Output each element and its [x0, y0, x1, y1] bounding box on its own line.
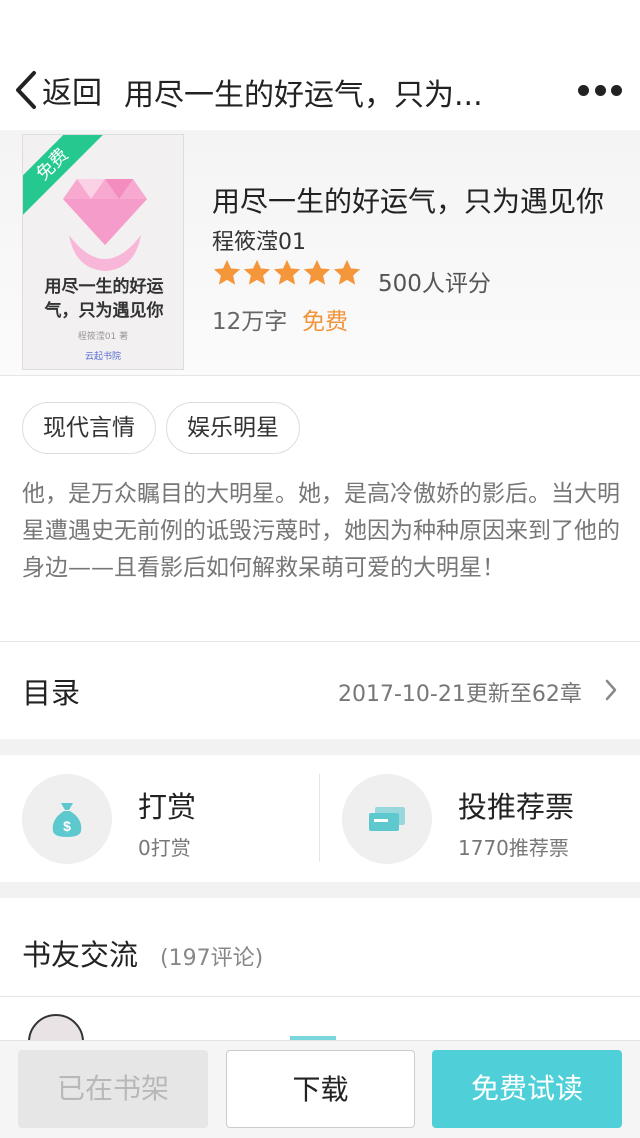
vote-icon-circle	[342, 774, 432, 864]
download-button[interactable]: 下载	[226, 1050, 415, 1128]
reward-button[interactable]: $ 打赏 0打赏	[0, 756, 320, 882]
price-label: 免费	[302, 309, 348, 335]
diamond-ring-icon	[63, 179, 147, 271]
reward-title: 打赏	[138, 790, 197, 824]
cover-author: 程筱滢01 著	[77, 332, 129, 342]
comment-count[interactable]: (197评论)	[160, 940, 263, 972]
top-nav-bar: 返回 用尽一生的好运气，只为...	[0, 0, 640, 130]
rating-stars	[212, 258, 362, 288]
community-title: 书友交流	[22, 938, 139, 972]
bottom-action-bar: 已在书架 下载 免费试读	[0, 1040, 640, 1138]
divider	[0, 996, 640, 997]
rating-count: 500人评分	[378, 271, 491, 297]
vote-count: 1770推荐票	[458, 836, 569, 860]
star-icon	[243, 259, 271, 285]
star-icon	[213, 259, 241, 285]
in-bookshelf-button[interactable]: 已在书架	[18, 1050, 208, 1128]
book-author[interactable]: 程筱滢01	[212, 224, 306, 256]
toc-label: 目录	[22, 676, 81, 710]
cover-publisher: 云起书院	[84, 352, 121, 362]
money-bag-icon: $	[52, 803, 82, 837]
free-read-button[interactable]: 免费试读	[432, 1050, 622, 1128]
book-cover[interactable]: 免费 用尽一生的好运气，只为遇见你 程筱滢01 著 云起书院	[22, 134, 184, 370]
chevron-left-icon	[16, 71, 36, 109]
book-description[interactable]: 他，是万众瞩目的大明星。她，是高冷傲娇的影后。当大明星遭遇史无前例的诋毁污蔑时，…	[22, 476, 626, 587]
cover-title: 用尽一生的好运气，只为遇见你	[44, 277, 164, 321]
book-header: 免费 用尽一生的好运气，只为遇见你 程筱滢01 著 云起书院 用尽一生的好运气，…	[0, 130, 640, 376]
reward-icon-circle: $	[22, 774, 112, 864]
star-icon	[333, 259, 361, 285]
chevron-right-icon	[605, 679, 617, 701]
star-icon	[303, 259, 331, 285]
back-button[interactable]: 返回	[12, 66, 102, 114]
vote-title: 投推荐票	[458, 790, 575, 824]
word-count: 12万字	[212, 309, 288, 335]
section-gap	[0, 739, 640, 755]
tag-chip[interactable]: 娱乐明星	[166, 402, 300, 454]
tag-chip[interactable]: 现代言情	[22, 402, 156, 454]
reward-count: 0打赏	[138, 836, 191, 860]
toc-update-status: 2017-10-21更新至62章	[338, 682, 582, 707]
more-options-icon[interactable]	[578, 80, 622, 100]
svg-text:$: $	[63, 818, 71, 834]
star-icon	[273, 259, 301, 285]
book-title: 用尽一生的好运气，只为遇见你	[212, 185, 605, 218]
vote-button[interactable]: 投推荐票 1770推荐票	[320, 756, 640, 882]
section-gap	[0, 882, 640, 898]
tag-list: 现代言情 娱乐明星	[22, 402, 300, 454]
page-title: 用尽一生的好运气，只为...	[124, 78, 483, 113]
ticket-icon	[369, 807, 405, 831]
back-label: 返回	[42, 76, 102, 111]
